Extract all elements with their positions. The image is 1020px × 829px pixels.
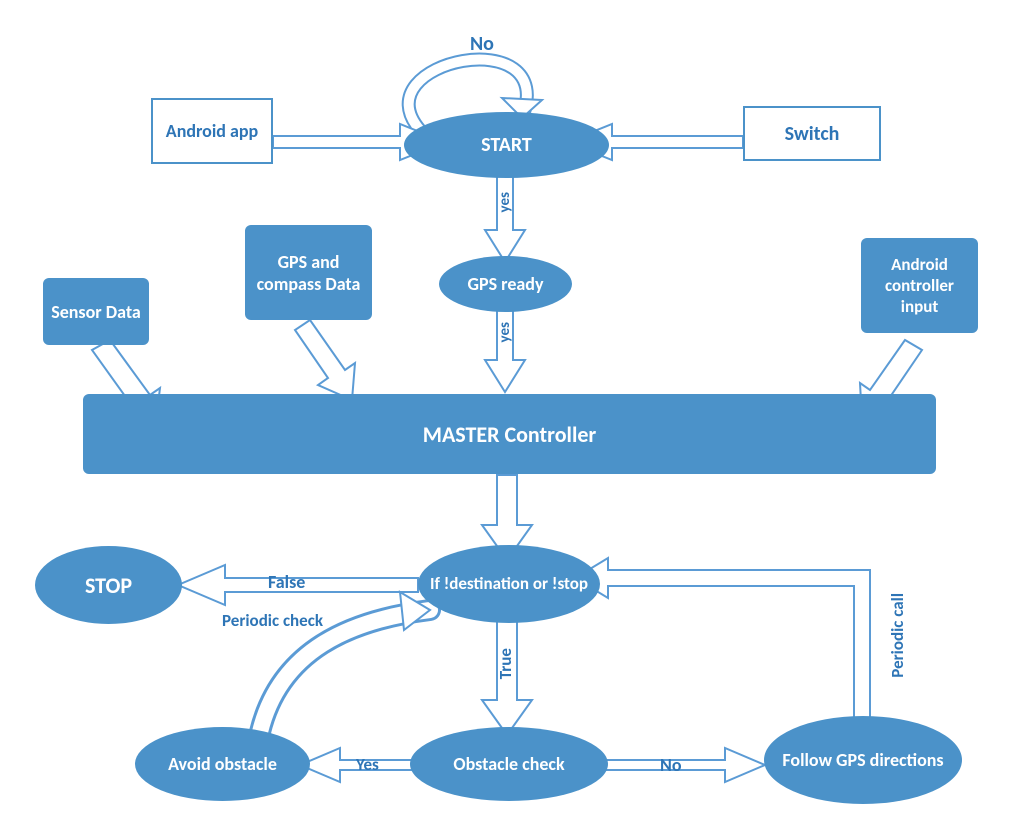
gps-compass-box: GPS and compass Data	[245, 225, 372, 320]
avoid-obstacle-node: Avoid obstacle	[135, 727, 310, 801]
decision-node: If !destination or !stop	[418, 545, 600, 623]
switch-box: Switch	[743, 106, 881, 161]
no-label-2: No	[660, 754, 682, 776]
yes-label-3: Yes	[356, 754, 379, 775]
sensor-data-box: Sensor Data	[43, 278, 149, 345]
android-app-box: Android app	[151, 98, 273, 164]
yes-label-1: yes	[496, 192, 514, 212]
android-controller-box: Android controller input	[861, 238, 978, 333]
periodic-check-label: Periodic check	[222, 610, 323, 631]
yes-label-2: yes	[496, 322, 514, 342]
true-label: True	[495, 648, 516, 679]
periodic-call-label: Periodic call	[887, 593, 908, 678]
gps-ready-node: GPS ready	[439, 256, 572, 312]
stop-node: STOP	[35, 546, 182, 624]
obstacle-check-node: Obstacle check	[410, 727, 608, 801]
master-controller-box: MASTER Controller	[83, 394, 936, 474]
start-node: START	[404, 112, 609, 178]
no-label: No	[470, 32, 494, 56]
false-label: False	[268, 571, 305, 593]
follow-gps-node: Follow GPS directions	[764, 716, 962, 804]
